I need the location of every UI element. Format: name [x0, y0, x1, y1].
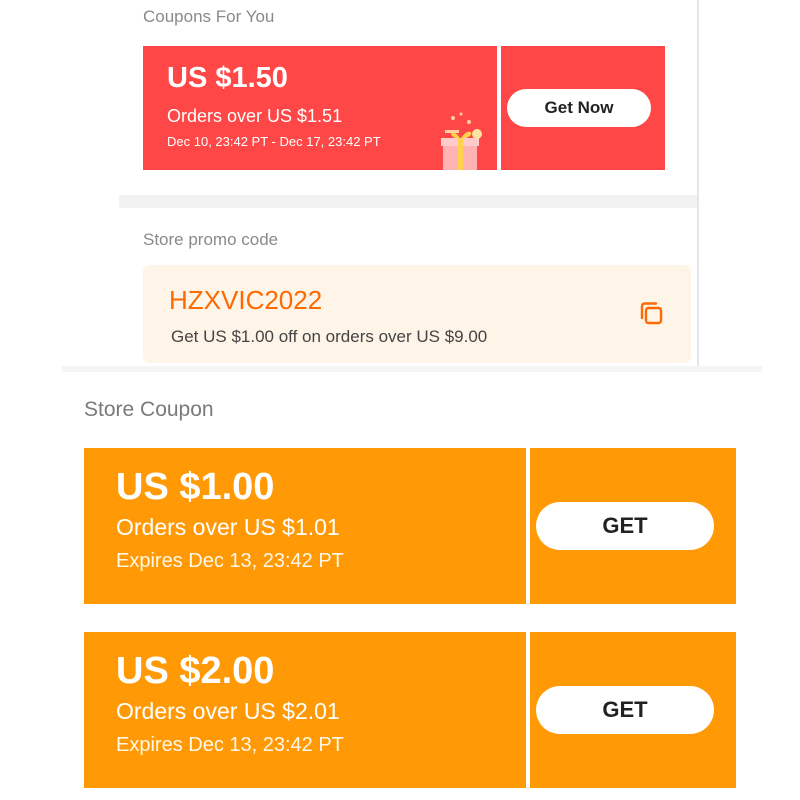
- coupon-action-section: GET: [527, 632, 736, 788]
- store-coupon-card: US $2.00 Orders over US $2.01 Expires De…: [84, 632, 736, 788]
- gift-box-icon: [441, 112, 482, 170]
- store-coupon-title: Store Coupon: [84, 398, 214, 421]
- coupon-edge: [527, 448, 533, 604]
- coupon-edge: [731, 448, 736, 604]
- coupon-edge: [527, 632, 533, 788]
- coupon-edge: [498, 46, 504, 170]
- red-coupon-card: US $1.50 Orders over US $1.51 Dec 10, 23…: [143, 46, 665, 170]
- coupon-condition: Orders over US $2.01: [116, 698, 340, 724]
- coupon-edge: [731, 632, 736, 788]
- coupons-for-you-title: Coupons For You: [143, 7, 275, 26]
- coupon-edge: [84, 448, 89, 604]
- promo-code-card: HZXVIC2022 Get US $1.00 off on orders ov…: [143, 265, 691, 363]
- coupon-edge: [84, 632, 89, 788]
- coupon-edge: [660, 46, 665, 170]
- coupon-amount: US $2.00: [116, 650, 275, 692]
- copy-icon[interactable]: [637, 299, 667, 329]
- store-coupon-card: US $1.00 Orders over US $1.01 Expires De…: [84, 448, 736, 604]
- coupon-action-section: Get Now: [498, 46, 665, 170]
- coupon-condition: Orders over US $1.01: [116, 514, 340, 540]
- coupon-validity: Expires Dec 13, 23:42 PT: [116, 734, 344, 756]
- coupon-amount: US $1.50: [167, 62, 288, 94]
- store-promo-code-title: Store promo code: [143, 230, 279, 249]
- coupon-validity: Expires Dec 13, 23:42 PT: [116, 550, 344, 572]
- coupon-info-section: US $2.00 Orders over US $2.01 Expires De…: [84, 632, 529, 788]
- promo-code-value: HZXVIC2022: [169, 285, 323, 315]
- get-now-button[interactable]: Get Now: [507, 89, 651, 127]
- coupon-info-section: US $1.50 Orders over US $1.51 Dec 10, 23…: [143, 46, 500, 170]
- coupon-amount: US $1.00: [116, 466, 275, 508]
- panel-border: [697, 0, 699, 366]
- coupon-edge: [143, 46, 148, 170]
- coupon-action-section: GET: [527, 448, 736, 604]
- screenshot-seam: [62, 366, 762, 372]
- get-coupon-button[interactable]: GET: [536, 686, 714, 734]
- coupon-condition: Orders over US $1.51: [167, 106, 343, 126]
- coupon-info-section: US $1.00 Orders over US $1.01 Expires De…: [84, 448, 529, 604]
- section-divider: [119, 195, 697, 208]
- promo-code-description: Get US $1.00 off on orders over US $9.00: [171, 327, 488, 346]
- coupon-validity: Dec 10, 23:42 PT - Dec 17, 23:42 PT: [167, 134, 381, 149]
- get-coupon-button[interactable]: GET: [536, 502, 714, 550]
- coupons-panel: Coupons For You US $1.50 Orders over US …: [119, 0, 699, 366]
